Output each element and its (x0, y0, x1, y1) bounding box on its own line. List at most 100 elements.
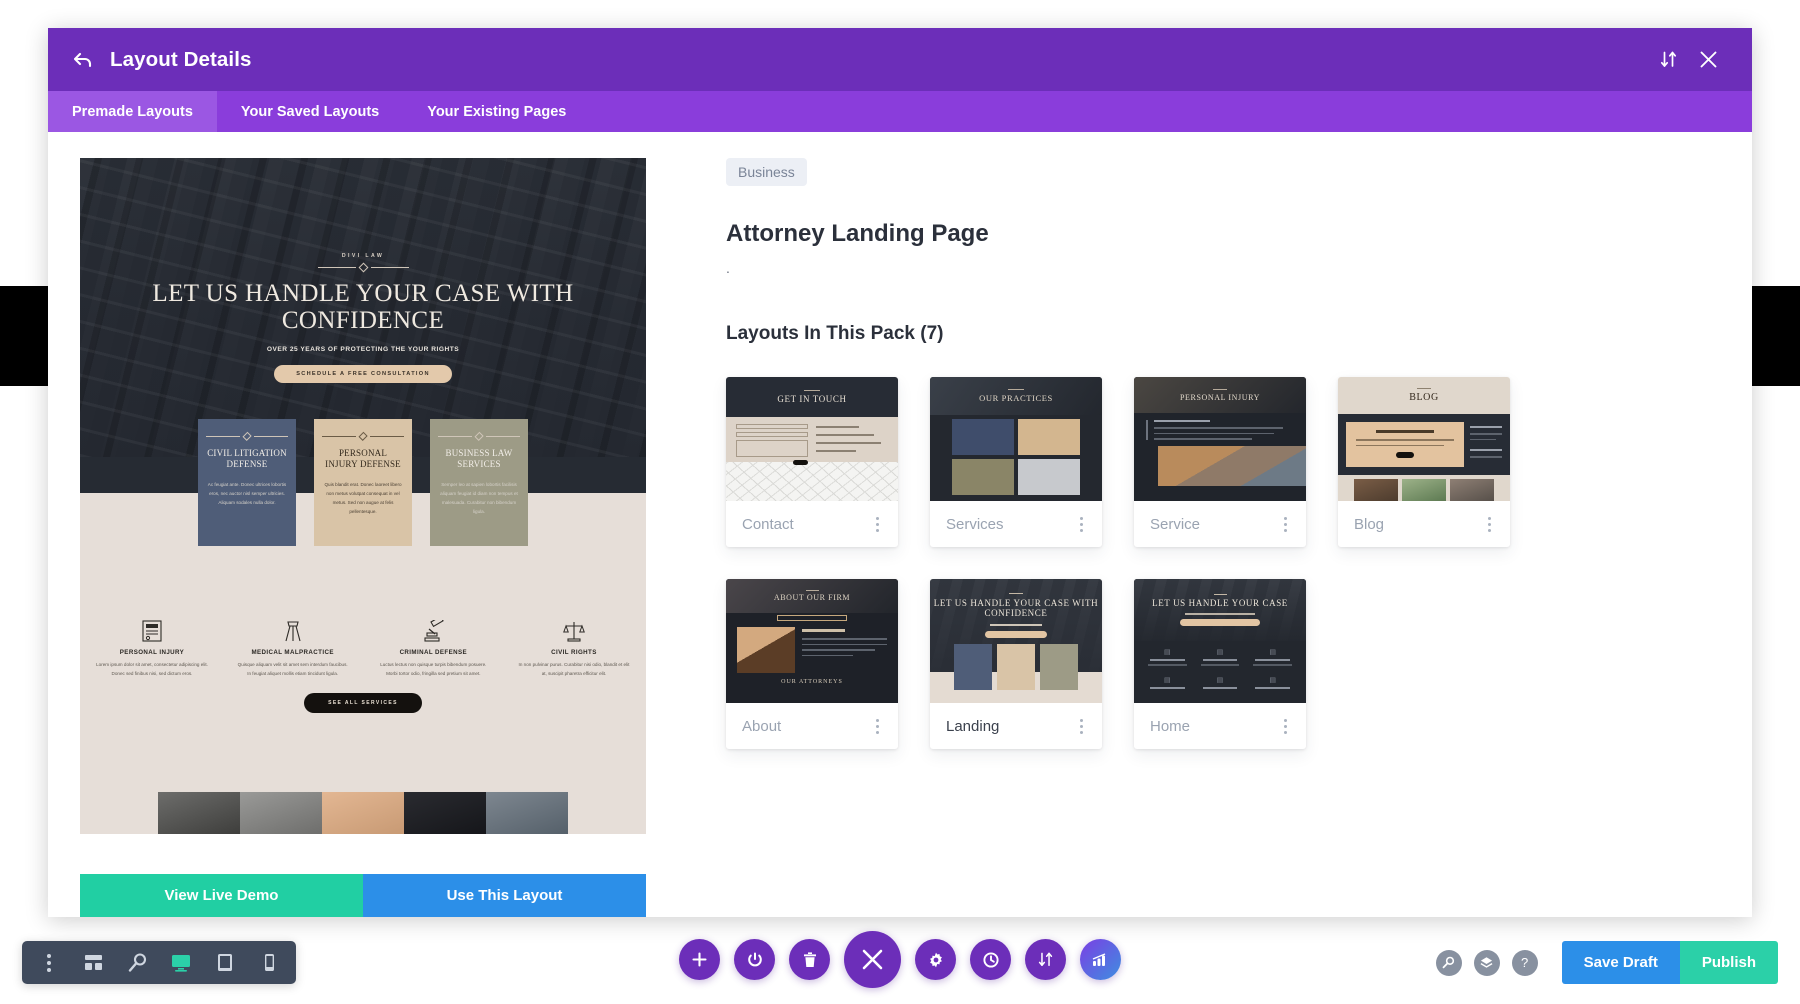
back-arrow-icon[interactable] (72, 52, 94, 68)
builder-main-toolbar (679, 931, 1121, 988)
save-draft-button[interactable]: Save Draft (1562, 941, 1680, 984)
layout-thumbnail: GET IN TOUCH (726, 377, 898, 501)
layout-thumbnail: PERSONAL INJURY (1134, 377, 1306, 501)
kebab-menu-icon[interactable] (868, 719, 886, 734)
preview-service-desc: Quisque aliquam velit sit amet sem inter… (237, 661, 349, 679)
trash-icon[interactable] (789, 939, 830, 980)
sort-updown-icon[interactable] (1025, 939, 1066, 980)
kebab-menu-icon[interactable] (868, 517, 886, 532)
modal-tabs: Premade Layouts Your Saved Layouts Your … (48, 91, 1752, 132)
preview-headline: LET US HANDLE YOUR CASE WITH CONFIDENCE (80, 280, 646, 334)
preview-brand: DIVI LAW (342, 253, 384, 259)
builder-right-toolbar: ? Save Draft Publish (1436, 941, 1778, 984)
tab-your-existing-pages[interactable]: Your Existing Pages (403, 91, 590, 132)
preview-service-name: CRIMINAL DEFENSE (377, 649, 489, 656)
thumb-heading: LET US HANDLE YOUR CASE (1152, 598, 1288, 608)
kebab-menu-icon[interactable] (1072, 719, 1090, 734)
zoom-out-icon[interactable] (122, 948, 152, 978)
wireframe-view-icon[interactable] (78, 948, 108, 978)
tab-label: Your Existing Pages (427, 104, 566, 120)
preview-card-title: BUSINESS LAW SERVICES (438, 448, 520, 471)
layout-card-footer: About (726, 703, 898, 749)
view-mode-toolbar (22, 941, 296, 984)
preview-services: PERSONAL INJURY Lorem ipsum dolor sit am… (80, 612, 646, 713)
layout-card-home[interactable]: LET US HANDLE YOUR CASE ▤ ▤ ▤ ▤ ▤ ▤ (1134, 579, 1306, 749)
sort-updown-icon[interactable] (1648, 40, 1688, 80)
preview-card-text: Ac feugiat ante. Donec ultrices lobortis… (206, 480, 288, 508)
layout-details-panel: Business Attorney Landing Page . Layouts… (646, 158, 1722, 917)
layout-preview-image: DIVI LAW LET US HANDLE YOUR CASE WITH CO… (80, 158, 646, 834)
preview-card-text: Quis blandit erat. Donec laoreet libero … (322, 480, 404, 517)
ornament-divider-icon (322, 433, 404, 440)
tab-premade-layouts[interactable]: Premade Layouts (48, 91, 217, 132)
preview-cards: CIVIL LITIGATION DEFENSE Ac feugiat ante… (80, 419, 646, 546)
layout-card-footer: Contact (726, 501, 898, 547)
tablet-view-icon[interactable] (210, 948, 240, 978)
layout-name: Contact (742, 516, 868, 533)
gear-settings-icon[interactable] (915, 939, 956, 980)
layout-card-services[interactable]: OUR PRACTICES Services (930, 377, 1102, 547)
pack-title: Attorney Landing Page (726, 220, 1702, 248)
modal-body: DIVI LAW LET US HANDLE YOUR CASE WITH CO… (48, 132, 1752, 917)
help-question-icon[interactable]: ? (1512, 950, 1538, 976)
kebab-menu-icon[interactable] (1480, 517, 1498, 532)
preview-service-desc: Luctus lectus non quisque turpis bibendu… (377, 661, 489, 679)
add-plus-icon[interactable] (679, 939, 720, 980)
layout-card-about[interactable]: ABOUT OUR FIRM (726, 579, 898, 749)
category-badge: Business (726, 158, 807, 186)
thumb-heading: BLOG (1409, 392, 1439, 403)
layout-name: Service (1150, 516, 1276, 533)
publish-button[interactable]: Publish (1680, 941, 1778, 984)
page-backdrop-right (1752, 286, 1800, 386)
layout-name: About (742, 718, 868, 735)
preview-service-name: PERSONAL INJURY (96, 649, 208, 656)
layout-card-landing[interactable]: LET US HANDLE YOUR CASE WITH CONFIDENCE (930, 579, 1102, 749)
view-live-demo-button[interactable]: View Live Demo (80, 874, 363, 917)
thumb-heading: OUR PRACTICES (979, 393, 1053, 403)
layout-card-service[interactable]: PERSONAL INJURY (1134, 377, 1306, 547)
modal-header: Layout Details (48, 28, 1752, 91)
preview-service-desc: In non pulvinar purus. Curabitur nisi od… (518, 661, 630, 679)
thumb-heading: PERSONAL INJURY (1180, 393, 1260, 402)
desktop-view-icon[interactable] (166, 948, 196, 978)
portability-icon[interactable] (1080, 939, 1121, 980)
page-title: Layout Details (110, 48, 252, 72)
history-clock-icon[interactable] (970, 939, 1011, 980)
kebab-menu-icon[interactable] (1276, 719, 1294, 734)
layout-name: Blog (1354, 516, 1480, 533)
layers-icon[interactable] (1474, 950, 1500, 976)
preview-service-desc: Lorem ipsum dolor sit amet, consectetur … (96, 661, 208, 679)
phone-view-icon[interactable] (254, 948, 284, 978)
preview-action-bar: View Live Demo Use This Layout (80, 874, 646, 917)
use-this-layout-button[interactable]: Use This Layout (363, 874, 646, 917)
preview-subhead: OVER 25 YEARS OF PROTECTING THE YOUR RIG… (267, 346, 459, 353)
layout-details-modal: Layout Details Premade Layouts Your Save… (48, 28, 1752, 917)
power-toggle-icon[interactable] (734, 939, 775, 980)
scales-icon (518, 618, 630, 644)
layout-name: Landing (946, 718, 1072, 735)
layout-name: Services (946, 516, 1072, 533)
layout-thumbnail: LET US HANDLE YOUR CASE WITH CONFIDENCE (930, 579, 1102, 703)
thumb-heading: GET IN TOUCH (777, 394, 846, 404)
search-zoom-icon[interactable] (1436, 950, 1462, 976)
preview-service-item: CRIMINAL DEFENSE Luctus lectus non quisq… (377, 618, 489, 679)
kebab-menu-icon[interactable] (34, 948, 64, 978)
kebab-menu-icon[interactable] (1072, 517, 1090, 532)
kebab-menu-icon[interactable] (1276, 517, 1294, 532)
thumb-heading: ABOUT OUR FIRM (774, 593, 850, 602)
layout-card-blog[interactable]: BLOG (1338, 377, 1510, 547)
tab-your-saved-layouts[interactable]: Your Saved Layouts (217, 91, 403, 132)
pack-subtitle: Layouts In This Pack (7) (726, 323, 1702, 345)
close-icon[interactable] (1688, 40, 1728, 80)
preview-service-item: PERSONAL INJURY Lorem ipsum dolor sit am… (96, 618, 208, 679)
preview-hero: DIVI LAW LET US HANDLE YOUR CASE WITH CO… (80, 158, 646, 457)
close-x-icon[interactable] (844, 931, 901, 988)
layout-card-contact[interactable]: GET IN TOUCH (726, 377, 898, 547)
layout-card-footer: Blog (1338, 501, 1510, 547)
layout-thumbnail: OUR PRACTICES (930, 377, 1102, 501)
page-backdrop-left (0, 286, 48, 386)
layouts-grid: GET IN TOUCH (726, 377, 1702, 749)
tab-label: Premade Layouts (72, 104, 193, 120)
layout-card-footer: Home (1134, 703, 1306, 749)
thumb-heading: LET US HANDLE YOUR CASE WITH CONFIDENCE (930, 598, 1102, 619)
